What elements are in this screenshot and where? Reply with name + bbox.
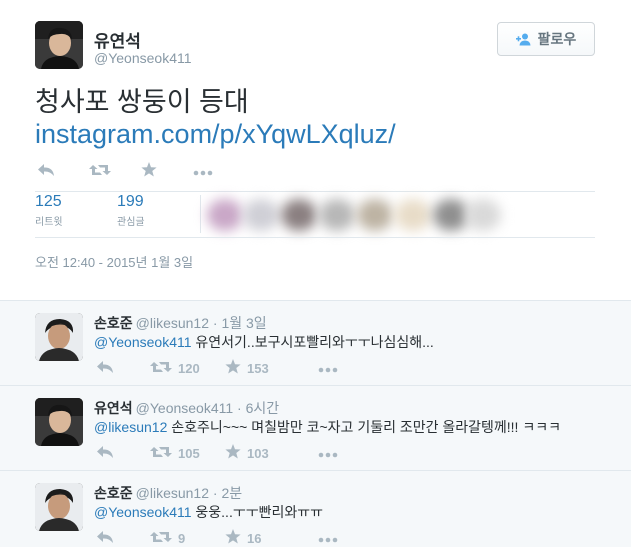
reply-author-handle[interactable]: @likesun12: [136, 485, 209, 501]
favorite-count: 153: [247, 360, 269, 376]
retweet-button[interactable]: 120: [150, 360, 225, 377]
liker-avatar[interactable]: [433, 199, 469, 231]
reply-mention[interactable]: @likesun12: [94, 419, 167, 435]
tweet-text: 청사포 쌍둥이 등대: [35, 87, 249, 117]
star-icon: [225, 529, 241, 547]
more-icon: [318, 531, 338, 546]
liker-avatars: [203, 199, 501, 231]
retweet-button[interactable]: [89, 163, 141, 180]
liker-avatar[interactable]: [281, 199, 317, 231]
replies-section: 손호준 @likesun12 · 1월 3일 @Yeonseok411 유연서기.…: [0, 300, 631, 547]
retweet-count: 9: [178, 530, 186, 546]
reply-header: 손호준 @likesun12 · 1월 3일: [94, 313, 267, 333]
favorite-stat[interactable]: 199 관심글: [117, 193, 145, 228]
retweet-button[interactable]: 9: [150, 530, 225, 547]
retweet-count: 125: [35, 193, 62, 210]
reply-time[interactable]: · 2분: [213, 485, 242, 501]
favorite-button[interactable]: [141, 162, 193, 180]
reply-text: @Yeonseok411 웅웅...ㅜㅜ빤리와ㅠㅠ: [94, 502, 323, 522]
reply-tweet[interactable]: 유연석 @Yeonseok411 · 6시간 @likesun12 손호주니~~~…: [0, 386, 631, 471]
follow-button[interactable]: 팔로우: [497, 22, 595, 56]
avatar[interactable]: [35, 483, 83, 531]
star-icon: [141, 162, 157, 180]
favorite-count: 103: [247, 445, 269, 461]
retweet-icon: [150, 530, 172, 547]
star-icon: [225, 444, 241, 462]
reply-actions: 120 153: [96, 359, 338, 377]
reply-actions: 9 16: [96, 529, 338, 547]
avatar[interactable]: [35, 313, 83, 361]
star-icon: [225, 359, 241, 377]
reply-author-name[interactable]: 손호준: [94, 485, 133, 501]
tweet-link[interactable]: instagram.com/p/xYqwLXqluz/: [35, 116, 396, 152]
reply-time[interactable]: · 6시간: [237, 400, 279, 416]
liker-avatar[interactable]: [465, 199, 501, 231]
more-button[interactable]: [318, 446, 338, 461]
favorite-button[interactable]: 103: [225, 444, 318, 462]
reply-author-handle[interactable]: @likesun12: [136, 315, 209, 331]
tweet-actions: [37, 162, 213, 180]
reply-mention[interactable]: @Yeonseok411: [94, 334, 192, 350]
reply-tweet[interactable]: 손호준 @likesun12 · 1월 3일 @Yeonseok411 유연서기.…: [0, 301, 631, 386]
author-handle[interactable]: @Yeonseok411: [94, 50, 192, 66]
follow-button-label: 팔로우: [537, 31, 577, 47]
retweet-label: 리트윗: [35, 217, 63, 228]
reply-body: 웅웅...ㅜㅜ빤리와ㅠㅠ: [191, 504, 323, 520]
reply-text: @Yeonseok411 유연서기..보구시포빨리와ㅜㅜ나심심해...: [94, 332, 434, 352]
favorite-label: 관심글: [117, 217, 145, 228]
more-icon: [318, 446, 338, 461]
reply-header: 손호준 @likesun12 · 2분: [94, 483, 242, 503]
author-name[interactable]: 유연석: [94, 27, 141, 52]
retweet-count: 120: [178, 360, 200, 376]
avatar[interactable]: [35, 398, 83, 446]
retweet-count: 105: [178, 445, 200, 461]
divider: [35, 237, 595, 238]
divider: [35, 191, 595, 192]
more-icon: [318, 361, 338, 376]
reply-author-handle[interactable]: @Yeonseok411: [136, 400, 234, 416]
retweet-icon: [150, 360, 172, 377]
favorite-count: 199: [117, 193, 144, 210]
reply-mention[interactable]: @Yeonseok411: [94, 504, 192, 520]
reply-button[interactable]: [96, 445, 150, 462]
reply-body: 유연서기..보구시포빨리와ㅜㅜ나심심해...: [191, 334, 434, 350]
liker-avatar[interactable]: [319, 199, 355, 231]
retweet-icon: [150, 445, 172, 462]
main-tweet: 유연석 @Yeonseok411 팔로우 청사포 쌍둥이 등대 instagra…: [0, 0, 631, 300]
favorite-count: 16: [247, 530, 262, 546]
liker-avatar[interactable]: [207, 199, 243, 231]
reply-body: 손호주니~~~ 며칠밤만 코~자고 기둘리 조만간 올라갈텡께!!! ㅋㅋㅋ: [167, 419, 561, 435]
liker-avatar[interactable]: [357, 199, 393, 231]
reply-icon: [37, 163, 55, 180]
stat-separator: [200, 195, 201, 233]
retweet-button[interactable]: 105: [150, 445, 225, 462]
reply-icon: [96, 530, 114, 547]
reply-header: 유연석 @Yeonseok411 · 6시간: [94, 398, 279, 418]
more-icon: [193, 164, 213, 179]
retweet-icon: [89, 163, 111, 180]
reply-button[interactable]: [37, 163, 89, 180]
liker-avatar[interactable]: [395, 199, 431, 231]
favorite-button[interactable]: 153: [225, 359, 318, 377]
reply-text: @likesun12 손호주니~~~ 며칠밤만 코~자고 기둘리 조만간 올라갈…: [94, 417, 561, 437]
tweet-stats: 125 리트윗 199 관심글: [35, 193, 595, 237]
reply-tweet[interactable]: 손호준 @likesun12 · 2분 @Yeonseok411 웅웅...ㅜㅜ빤…: [0, 471, 631, 547]
more-button[interactable]: [318, 531, 338, 546]
tweet-timestamp[interactable]: 오전 12:40 - 2015년 1월 3일: [35, 252, 193, 271]
reply-button[interactable]: [96, 360, 150, 377]
avatar[interactable]: [35, 21, 83, 69]
reply-icon: [96, 360, 114, 377]
reply-author-name[interactable]: 유연석: [94, 400, 133, 416]
liker-avatar[interactable]: [243, 199, 279, 231]
reply-button[interactable]: [96, 530, 150, 547]
reply-author-name[interactable]: 손호준: [94, 315, 133, 331]
favorite-button[interactable]: 16: [225, 529, 318, 547]
reply-time[interactable]: · 1월 3일: [213, 315, 267, 331]
more-button[interactable]: [318, 361, 338, 376]
more-button[interactable]: [193, 164, 213, 179]
reply-actions: 105 103: [96, 444, 338, 462]
reply-icon: [96, 445, 114, 462]
add-user-icon: [515, 33, 532, 46]
retweet-stat[interactable]: 125 리트윗: [35, 193, 63, 228]
